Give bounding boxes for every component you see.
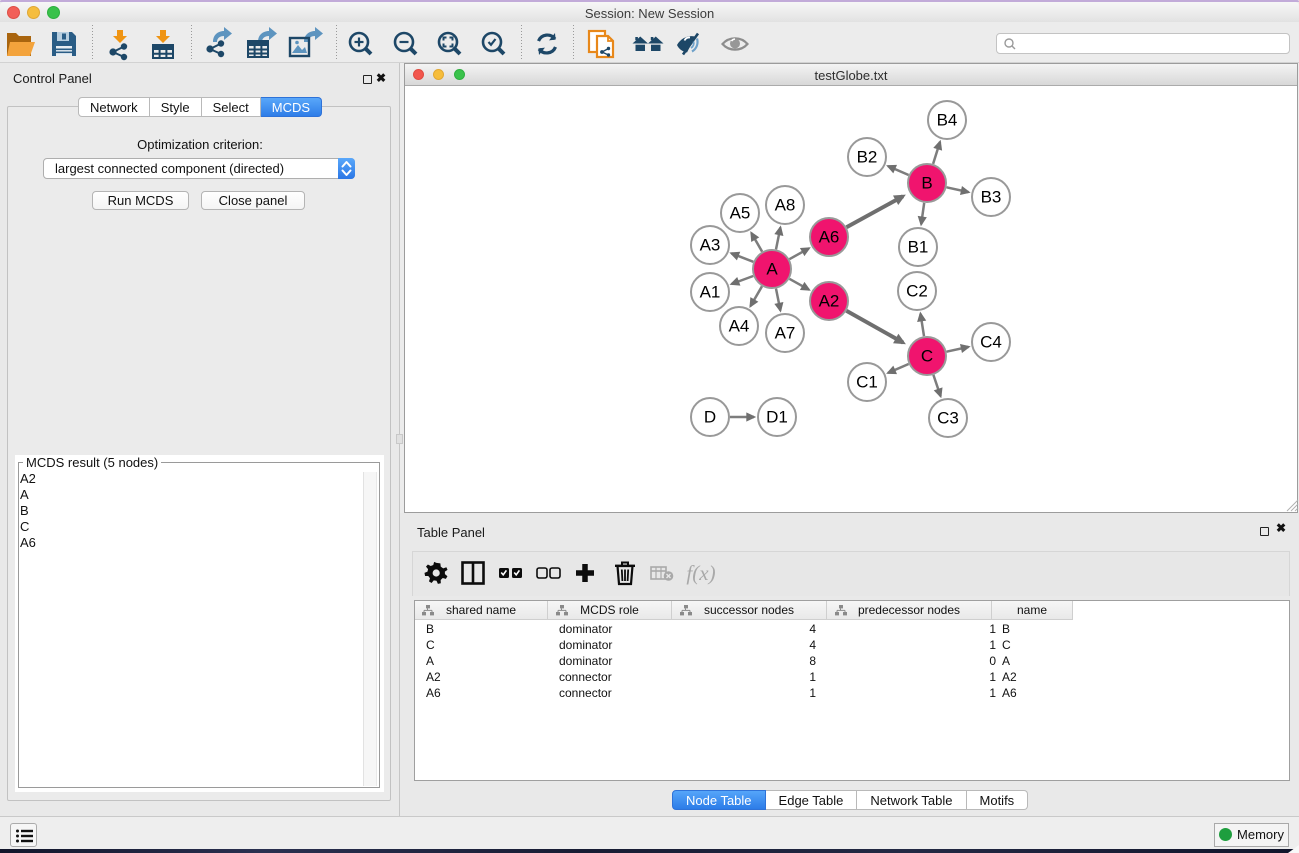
- svg-text:A3: A3: [700, 236, 721, 255]
- svg-text:f(x): f(x): [686, 561, 715, 585]
- svg-text:B1: B1: [908, 238, 929, 257]
- svg-text:B3: B3: [981, 188, 1002, 207]
- svg-text:A5: A5: [730, 204, 751, 223]
- svg-text:C3: C3: [937, 409, 959, 428]
- svg-text:B: B: [921, 174, 932, 193]
- svg-text:A4: A4: [729, 317, 750, 336]
- svg-text:C4: C4: [980, 333, 1002, 352]
- svg-text:A6: A6: [819, 228, 840, 247]
- svg-text:A: A: [766, 260, 778, 279]
- svg-text:A2: A2: [819, 292, 840, 311]
- svg-text:C2: C2: [906, 282, 928, 301]
- svg-text:C1: C1: [856, 373, 878, 392]
- svg-text:A8: A8: [775, 196, 796, 215]
- svg-text:C: C: [921, 347, 933, 366]
- svg-text:A1: A1: [700, 283, 721, 302]
- svg-text:D1: D1: [766, 408, 788, 427]
- svg-text:A7: A7: [775, 324, 796, 343]
- svg-text:D: D: [704, 408, 716, 427]
- svg-text:B4: B4: [937, 111, 958, 130]
- svg-text:B2: B2: [857, 148, 878, 167]
